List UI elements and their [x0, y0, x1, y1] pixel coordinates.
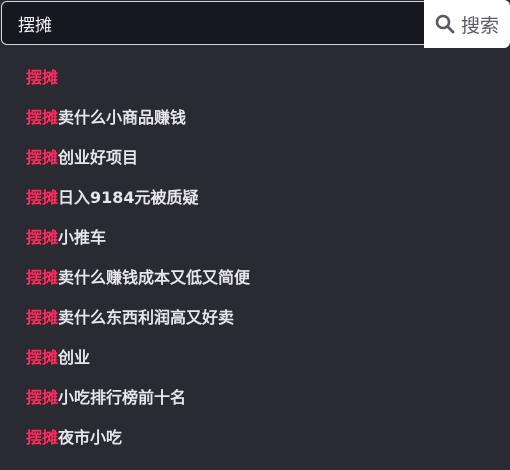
suggestion-highlight: 摆摊 — [26, 108, 59, 127]
suggestion-item[interactable]: 摆摊卖什么小商品赚钱 — [0, 98, 510, 138]
suggestion-item[interactable]: 摆摊创业好项目 — [0, 138, 510, 178]
search-widget: 搜索 摆摊 摆摊卖什么小商品赚钱 摆摊创业好项目 摆摊日入9184元被质疑 摆摊… — [0, 0, 510, 470]
suggestion-item[interactable]: 摆摊小推车 — [0, 218, 510, 258]
suggestion-text: 卖什么小商品赚钱 — [58, 108, 187, 127]
search-button[interactable]: 搜索 — [424, 0, 510, 48]
suggestion-highlight: 摆摊 — [26, 268, 59, 287]
suggestion-text: 创业 — [58, 348, 91, 367]
search-icon — [435, 14, 455, 34]
suggestion-highlight: 摆摊 — [26, 68, 59, 87]
suggestion-item[interactable]: 摆摊夜市小吃 — [0, 418, 510, 458]
suggestion-highlight: 摆摊 — [26, 148, 59, 167]
suggestion-highlight: 摆摊 — [26, 428, 59, 447]
suggestion-text: 卖什么东西利润高又好卖 — [58, 308, 235, 327]
suggestion-text: 小推车 — [58, 228, 107, 247]
suggestion-item[interactable]: 摆摊小吃排行榜前十名 — [0, 378, 510, 418]
suggestion-text: 小吃排行榜前十名 — [58, 388, 187, 407]
suggestion-item[interactable]: 摆摊日入9184元被质疑 — [0, 178, 510, 218]
suggestion-text: 创业好项目 — [58, 148, 139, 167]
search-input[interactable] — [1, 1, 424, 45]
search-bar: 搜索 — [0, 0, 510, 48]
suggestion-item[interactable]: 摆摊卖什么赚钱成本又低又简便 — [0, 258, 510, 298]
suggestion-highlight: 摆摊 — [26, 388, 59, 407]
suggestion-dropdown: 摆摊 摆摊卖什么小商品赚钱 摆摊创业好项目 摆摊日入9184元被质疑 摆摊小推车… — [0, 58, 510, 470]
suggestion-text: 夜市小吃 — [58, 428, 123, 447]
suggestion-item[interactable]: 摆摊卖什么东西利润高又好卖 — [0, 298, 510, 338]
suggestion-text: 卖什么赚钱成本又低又简便 — [58, 268, 251, 287]
suggestion-highlight: 摆摊 — [26, 228, 59, 247]
suggestion-highlight: 摆摊 — [26, 348, 59, 367]
suggestion-text: 日入9184元被质疑 — [58, 188, 199, 207]
suggestion-item[interactable]: 摆摊 — [0, 58, 510, 98]
suggestion-highlight: 摆摊 — [26, 308, 59, 327]
suggestion-item[interactable]: 摆摊创业 — [0, 338, 510, 378]
search-button-label: 搜索 — [460, 14, 499, 37]
suggestion-highlight: 摆摊 — [26, 188, 59, 207]
